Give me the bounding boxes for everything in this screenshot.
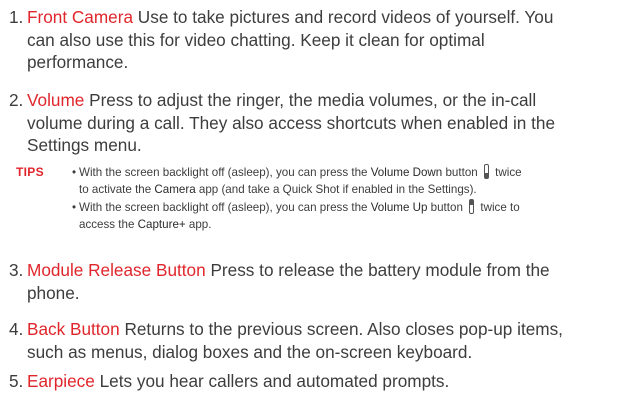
- bullet-icon: •: [72, 201, 77, 214]
- app-name: Capture+: [137, 218, 186, 231]
- app-name: Camera: [154, 183, 196, 196]
- list-item-earpiece: 5. Earpiece Lets you hear callers and aut…: [9, 370, 621, 393]
- list-item-volume: 2. Volume Press to adjust the ringer, the…: [9, 89, 621, 157]
- item-term: Module Release Button: [27, 260, 206, 280]
- key-name: Volume Up: [370, 201, 428, 214]
- item-description: Use to take pictures and record videos o…: [133, 7, 554, 27]
- item-number: 4.: [9, 319, 24, 339]
- item-description: Settings menu.: [27, 135, 142, 155]
- tips-label: TIPS: [16, 165, 44, 179]
- list-item-front-camera: 1. Front Camera Use to take pictures and …: [9, 6, 621, 74]
- item-term: Back Button: [27, 319, 120, 339]
- list-item-module-release-button: 3. Module Release Button Press to release…: [9, 259, 621, 304]
- item-description: volume during a call. They also access s…: [27, 112, 556, 133]
- item-term: Volume: [27, 90, 85, 110]
- item-description: Returns to the previous screen. Also clo…: [119, 319, 563, 339]
- item-term: Front Camera: [27, 7, 134, 27]
- item-number: 1.: [9, 7, 24, 27]
- key-name: Volume Down: [370, 166, 443, 179]
- volume-up-key-icon: [469, 199, 475, 214]
- item-number: 3.: [9, 260, 24, 280]
- item-description: can also use this for video chatting. Ke…: [27, 29, 485, 50]
- item-description: Press to adjust the ringer, the media vo…: [84, 90, 537, 110]
- manual-page: 1. Front Camera Use to take pictures and …: [0, 0, 623, 396]
- item-number: 2.: [9, 90, 24, 110]
- list-item-back-button: 4. Back Button Returns to the previous sc…: [9, 318, 621, 363]
- tip-volume-up: • With the screen backlight off (asleep),…: [72, 199, 520, 231]
- item-term: Earpiece: [27, 371, 95, 391]
- item-description: performance.: [27, 52, 129, 72]
- volume-down-key-icon: [483, 164, 489, 179]
- bullet-icon: •: [72, 166, 77, 179]
- tip-volume-down: • With the screen backlight off (asleep),…: [72, 164, 522, 196]
- item-description: such as menus, dialog boxes and the on-s…: [27, 341, 473, 362]
- item-number: 5.: [9, 371, 24, 391]
- item-description: phone.: [27, 282, 80, 303]
- item-description: Press to release the battery module from…: [205, 260, 550, 280]
- item-description: Lets you hear callers and automated prom…: [94, 371, 450, 391]
